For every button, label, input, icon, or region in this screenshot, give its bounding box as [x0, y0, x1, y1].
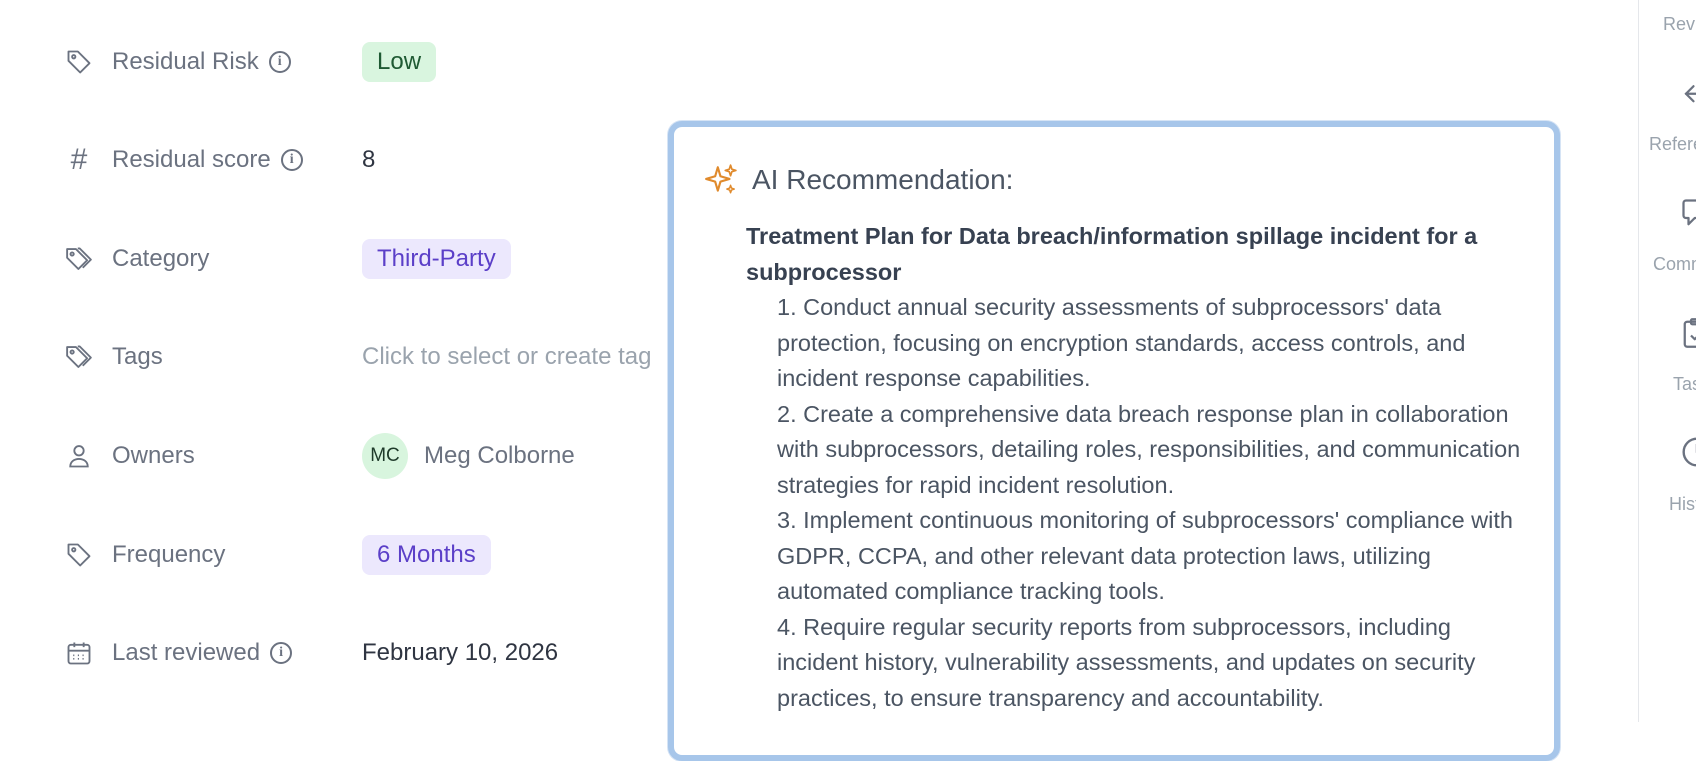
tag-icon — [64, 47, 94, 77]
ai-recommendation-title: AI Recommendation: — [752, 164, 1014, 195]
sidebar-item-label: Tas — [1673, 374, 1696, 394]
list-item: 1. Conduct annual security assessments o… — [777, 294, 1466, 391]
treatment-plan-title: Treatment Plan for Data breach/informati… — [746, 223, 1478, 285]
tag-icon — [64, 540, 94, 570]
last-reviewed-date[interactable]: February 10, 2026 — [362, 639, 558, 667]
arrow-left-icon — [1681, 80, 1696, 115]
tags-label: Tags — [112, 343, 163, 371]
last-reviewed-row: Last reviewed i February 10, 2026 — [64, 633, 558, 673]
residual-risk-value[interactable]: Low — [362, 42, 437, 82]
info-icon[interactable]: i — [270, 642, 293, 664]
hash-icon: # — [70, 143, 88, 176]
residual-score-number: 8 — [362, 146, 376, 173]
residual-score-value: 8 — [362, 146, 375, 174]
residual-score-label: Residual score i — [112, 146, 303, 174]
sidebar-item-label: Refere — [1649, 134, 1696, 154]
residual-risk-row: Residual Risk i Low — [64, 42, 437, 82]
owners-value[interactable]: MC Meg Colborne — [362, 433, 575, 479]
user-icon — [64, 441, 94, 471]
comment-icon — [1681, 196, 1696, 235]
category-row: Category Third-Party — [64, 239, 511, 279]
tags-select-input[interactable]: Click to select or create tag — [362, 343, 651, 371]
residual-risk-label: Residual Risk i — [112, 48, 291, 76]
category-badge[interactable]: Third-Party — [362, 239, 511, 279]
ai-recommendation-card: AI Recommendation: Treatment Plan for Da… — [668, 121, 1560, 761]
properties-panel: Residual Risk i Low # Residual score i 8… — [0, 0, 700, 722]
owners-label-text: Owners — [112, 442, 195, 469]
ai-recommendation-header: AI Recommendation: — [704, 163, 1013, 197]
owner-name[interactable]: Meg Colborne — [424, 442, 575, 470]
residual-risk-label-text: Residual Risk — [112, 48, 259, 75]
info-icon[interactable]: i — [280, 149, 303, 171]
frequency-badge[interactable]: 6 Months — [362, 535, 491, 575]
info-icon[interactable]: i — [268, 51, 291, 73]
sidebar-item-label: Hist — [1669, 494, 1696, 514]
sidebar-item-label: Revi — [1663, 14, 1696, 34]
sidebar-item-label: Comm — [1653, 254, 1696, 274]
list-item: 3. Implement continuous monitoring of su… — [777, 507, 1513, 604]
calendar-icon — [64, 638, 94, 668]
category-label: Category — [112, 245, 209, 273]
tags-icon — [64, 342, 94, 372]
tags-label-text: Tags — [112, 343, 163, 370]
ai-recommendation-body: Treatment Plan for Data breach/informati… — [746, 219, 1536, 716]
last-reviewed-label-text: Last reviewed — [112, 639, 261, 666]
history-icon — [1681, 436, 1696, 473]
last-reviewed-label: Last reviewed i — [112, 639, 293, 667]
sparkle-icon — [705, 164, 737, 194]
owners-label: Owners — [112, 442, 195, 470]
tags-row: Tags Click to select or create tag — [64, 337, 651, 377]
residual-score-row: # Residual score i 8 — [64, 140, 376, 180]
frequency-row: Frequency 6 Months — [64, 535, 491, 575]
owners-row: Owners MC Meg Colborne — [64, 433, 575, 479]
tags-icon — [64, 244, 94, 274]
task-clipboard-icon — [1681, 316, 1696, 355]
residual-score-label-text: Residual score — [112, 146, 271, 173]
frequency-value[interactable]: 6 Months — [362, 535, 491, 575]
low-risk-badge[interactable]: Low — [362, 42, 437, 82]
last-reviewed-value[interactable]: February 10, 2026 — [362, 639, 558, 667]
list-item: 4. Require regular security reports from… — [777, 613, 1476, 711]
frequency-label: Frequency — [112, 541, 225, 569]
tags-value[interactable]: Click to select or create tag — [362, 343, 651, 371]
list-item: 2. Create a comprehensive data breach re… — [777, 400, 1521, 498]
frequency-label-text: Frequency — [112, 541, 226, 568]
category-value[interactable]: Third-Party — [362, 239, 511, 279]
right-sidebar: Revi Refere Comm Tas Hist — [1638, 0, 1696, 722]
category-label-text: Category — [112, 245, 210, 272]
avatar: MC — [362, 433, 408, 479]
